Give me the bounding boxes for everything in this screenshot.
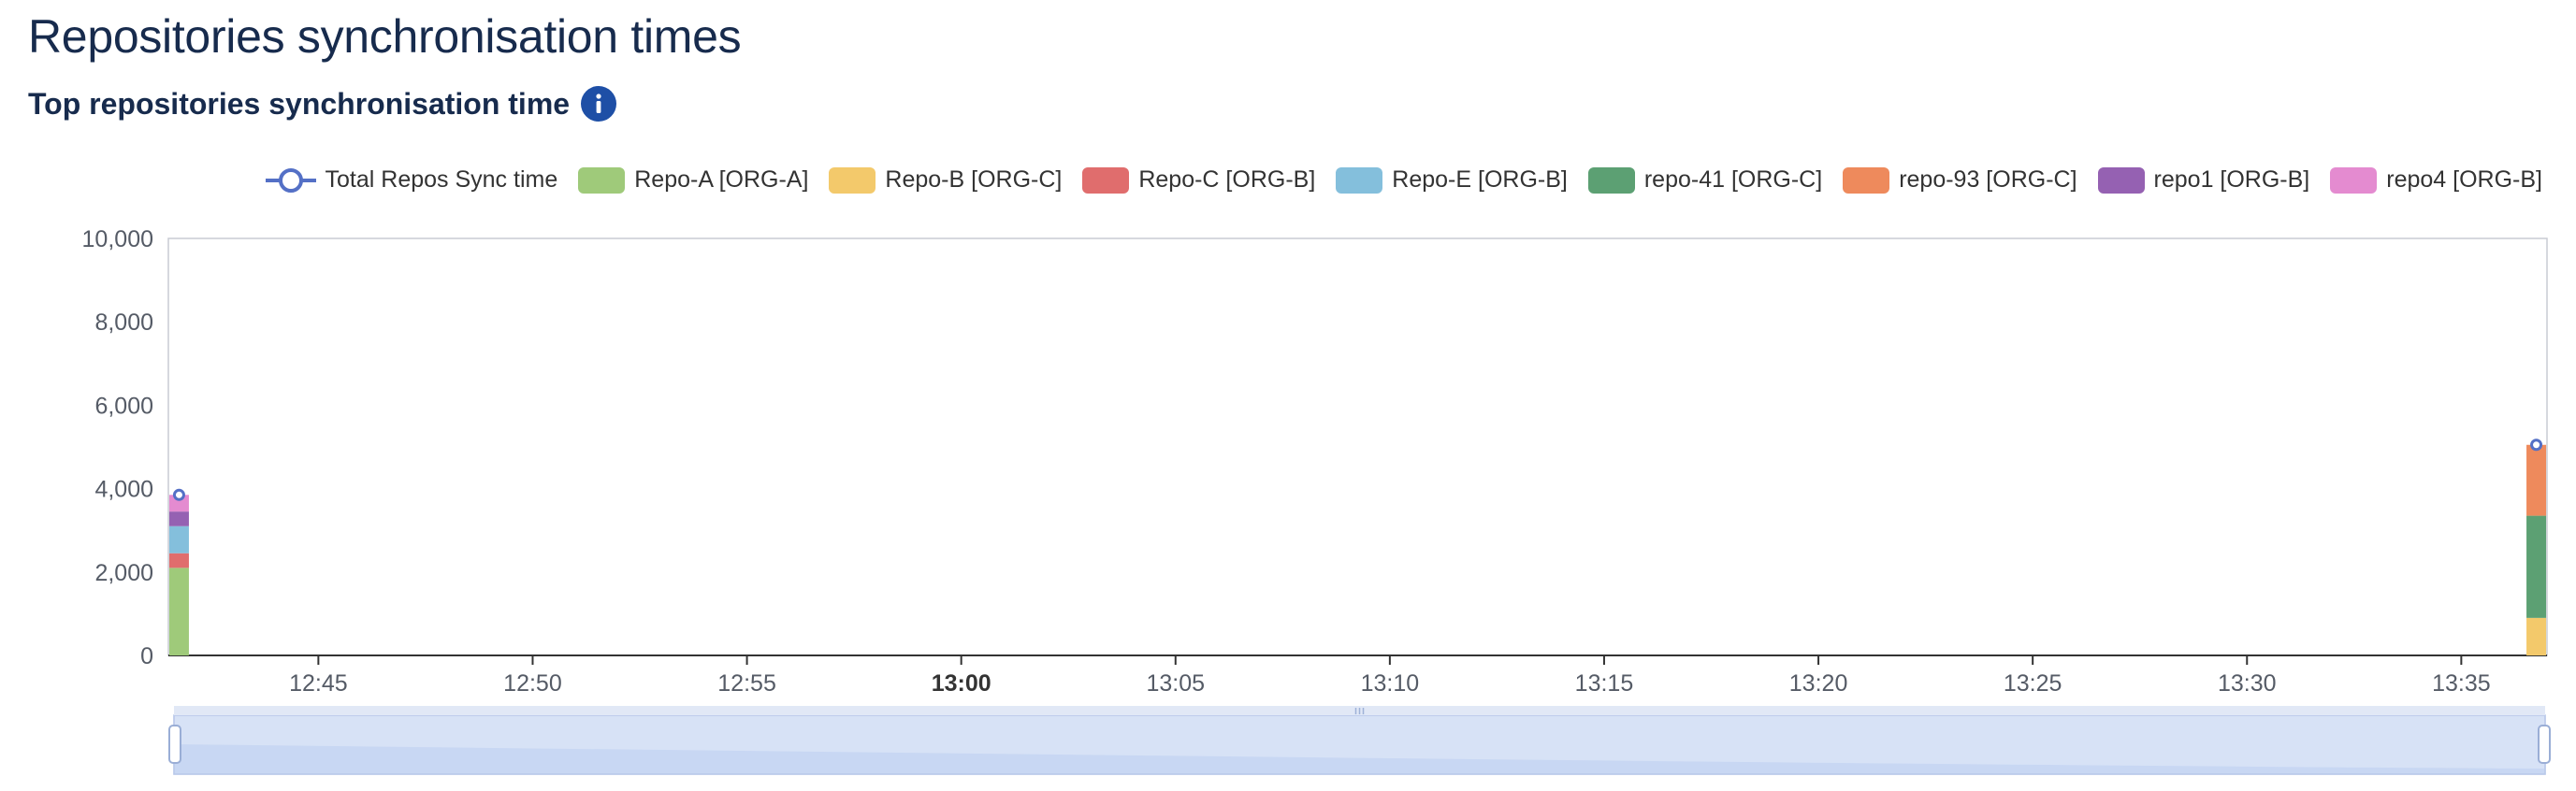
data-zoom-slider[interactable] [168,706,2551,775]
total-sync-point[interactable] [2530,439,2543,452]
x-tick-label: 12:55 [717,670,776,697]
zoom-handle-end[interactable] [2538,725,2551,764]
bar-repo1-org-b[interactable] [168,511,189,526]
total-sync-point[interactable] [172,488,185,501]
zoom-selected-range[interactable] [173,714,2546,775]
bar-repo-93-org-c[interactable] [2526,444,2547,516]
x-tick-label: 13:05 [1146,670,1205,697]
y-tick-label: 10,000 [82,226,153,252]
x-tick-label: 13:15 [1575,670,1634,697]
y-tick-label: 6,000 [94,393,153,419]
y-tick-label: 2,000 [94,560,153,586]
x-tick-label: 12:45 [289,670,348,697]
y-tick-label: 0 [140,643,153,669]
bar-repo-b-org-c[interactable] [2526,617,2547,655]
x-tick-label: 12:50 [503,670,562,697]
bar-repo-a-org-a[interactable] [168,568,189,655]
x-tick-label: 13:35 [2432,670,2491,697]
y-tick-label: 4,000 [94,477,153,503]
bar-repo-41-org-c[interactable] [2526,515,2547,618]
x-tick-label: 13:30 [2218,670,2277,697]
bar-repo-c-org-b[interactable] [168,553,189,568]
x-tick-label: 13:00 [932,670,991,697]
bar-repo-e-org-b[interactable] [168,525,189,554]
x-tick-label: 13:10 [1361,670,1420,697]
x-tick-label: 13:25 [2004,670,2062,697]
y-tick-label: 8,000 [94,309,153,336]
zoom-handle-start[interactable] [168,725,181,764]
x-tick-label: 13:20 [1789,670,1848,697]
chart: 0 2,000 4,000 6,000 8,000 10,000 12:45 12:50 12:… [82,226,2551,775]
plot-area [167,237,2548,656]
